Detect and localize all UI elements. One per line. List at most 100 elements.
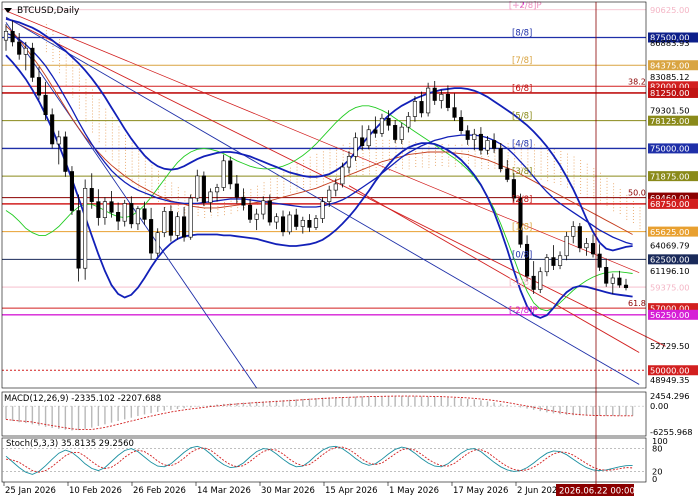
price-label: 64069.79 (650, 241, 690, 251)
stoch-tick-label: 80 (652, 444, 663, 454)
candle-body (432, 87, 437, 101)
candle-body (188, 197, 193, 238)
stoch-label: Stoch(5,3,3) 35.8135 29.2560 (6, 439, 134, 449)
candle-body (162, 211, 167, 234)
fib-label: 61.8 (628, 299, 646, 308)
candle-body (531, 275, 536, 290)
candle-body (116, 212, 121, 222)
murrey-label: [6/8] (512, 84, 532, 94)
candle-body (175, 216, 180, 236)
candle-body (538, 271, 543, 290)
time-tick-label: 14 Mar 2026 (197, 486, 251, 496)
price-label: 83085.12 (650, 72, 690, 82)
price-label: 52729.50 (650, 341, 690, 351)
murrey-label: [+1/8]P (509, 1, 542, 11)
candle-body (426, 87, 431, 114)
candle-body (459, 117, 464, 131)
candle (188, 194, 193, 240)
price-label: 90625.00 (650, 5, 690, 15)
candle-body (333, 183, 338, 191)
candle (577, 222, 582, 253)
candle (69, 166, 75, 215)
candle-body (498, 148, 503, 170)
fib-label: 50.0 (628, 189, 646, 198)
candle-body (340, 166, 345, 185)
murrey-label: [7/8] (512, 56, 532, 66)
candle-body (373, 129, 378, 134)
time-tick-label: 15 Apr 2026 (325, 486, 378, 496)
candle-body (274, 216, 279, 223)
candle-body (36, 77, 42, 96)
candle-body (406, 116, 411, 128)
candle-body (379, 117, 385, 134)
murrey-label: [1/8] (512, 223, 532, 233)
candle-body (623, 284, 629, 289)
candle-body (478, 133, 483, 151)
candle-body (353, 137, 358, 157)
candle-body (307, 219, 312, 228)
candle-body (557, 255, 563, 266)
candle-body (604, 267, 609, 284)
candle-body (96, 201, 101, 218)
candle-body (155, 232, 160, 254)
time-tick-label: 26 Feb 2026 (133, 486, 186, 496)
murrey-label: [5/8] (512, 112, 532, 122)
candle (30, 42, 35, 82)
candle-body (234, 183, 239, 198)
price-label: 62500.00 (650, 255, 690, 265)
candle (50, 108, 55, 149)
time-tick-label: 2 Jun 202 (517, 486, 557, 496)
price-label: 81250.00 (650, 88, 690, 98)
candle-body (439, 93, 444, 101)
time-tick-label: 10 Feb 2026 (69, 486, 122, 496)
candle-body (472, 133, 477, 140)
murrey-label: [3/8] (512, 167, 532, 177)
price-label: 79301.50 (650, 105, 690, 115)
candle-body (135, 208, 140, 225)
candle-body (294, 214, 299, 227)
candle-body (241, 196, 246, 206)
price-label: 68750.00 (650, 199, 690, 209)
candle-body (17, 41, 22, 55)
candle-body (215, 187, 220, 193)
candle-body (544, 257, 549, 273)
candle-body (366, 129, 371, 147)
candle-body (465, 130, 470, 140)
candle-body (584, 243, 589, 249)
candle-body (518, 197, 523, 245)
candle (162, 206, 167, 238)
candle-body (109, 201, 114, 213)
candle-body (142, 208, 147, 220)
candle-body (485, 140, 490, 151)
price-label: 75000.00 (650, 144, 690, 154)
candle-body (617, 277, 622, 286)
candle-body (261, 200, 266, 215)
candle-body (313, 218, 319, 228)
candle-body (221, 160, 226, 188)
fib-label: 38.2 (628, 77, 646, 86)
candle-body (89, 188, 94, 202)
murrey-label: [-1/8] (509, 278, 532, 288)
candle-body (280, 216, 286, 233)
candle-body (50, 114, 55, 145)
murrey-label: [-2/8]P (509, 306, 538, 316)
candle-body (610, 277, 615, 284)
candle-body (287, 214, 292, 233)
candle (201, 171, 206, 207)
candle (83, 179, 88, 280)
trading-chart: [+2/8]P[+1/8]P[8/8][7/8][6/8][5/8][4/8][… (0, 0, 700, 500)
candle (426, 82, 431, 117)
candle (155, 228, 160, 257)
candle-body (63, 136, 68, 172)
candle-body (492, 140, 497, 149)
cursor-time-label: 2026.06.22 00:00 (559, 487, 635, 497)
candle-body (10, 30, 15, 43)
candle-body (102, 201, 107, 218)
candle-body (76, 210, 81, 269)
candle (287, 211, 292, 235)
candle-body (360, 137, 365, 147)
candle-body (300, 219, 305, 227)
candle-body (327, 189, 332, 202)
candle-body (182, 216, 187, 238)
macd-label: MACD(12,26,9) -2335.102 -2207.688 (4, 394, 161, 404)
